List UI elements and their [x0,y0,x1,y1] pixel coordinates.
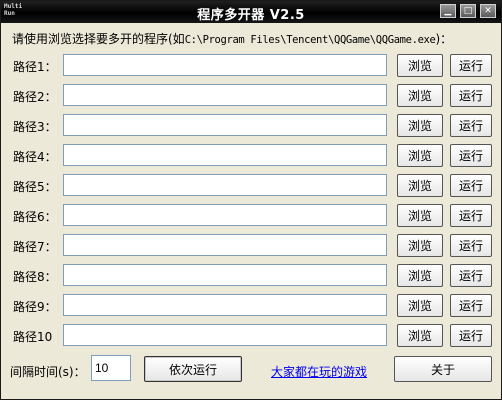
title-bar[interactable]: Multi Run 程序多开器 V2.5 ▁ □ ✕ [1,1,501,23]
path-input[interactable] [63,294,387,316]
window-controls: ▁ □ ✕ [440,4,496,18]
minimize-button[interactable]: ▁ [440,4,456,18]
path-label: 路径5： [13,180,57,194]
path-row-7: 路径7： 浏览 运行 [1,234,501,258]
path-input[interactable] [63,204,387,226]
path-row-2: 路径2： 浏览 运行 [1,84,501,108]
path-row-1: 路径1： 浏览 运行 [1,54,501,78]
close-button[interactable]: ✕ [480,4,496,18]
browse-button[interactable]: 浏览 [397,84,443,107]
browse-button[interactable]: 浏览 [397,324,443,347]
browse-button[interactable]: 浏览 [397,264,443,287]
instruction-text: 请使用浏览选择要多开的程序(如C:\Program Files\Tencent\… [12,30,452,47]
sequential-run-button[interactable]: 依次运行 [144,356,242,382]
path-label: 路径4： [13,150,57,164]
path-input[interactable] [63,324,387,346]
browse-button[interactable]: 浏览 [397,114,443,137]
path-row-5: 路径5： 浏览 运行 [1,174,501,198]
path-input[interactable] [63,84,387,106]
interval-input[interactable] [91,355,131,381]
instruction-example-path: C:\Program Files\Tencent\QQGame\QQGame.e… [184,34,436,46]
run-button[interactable]: 运行 [450,264,492,287]
path-label: 路径3： [13,120,57,134]
window-title: 程序多开器 V2.5 [197,8,305,23]
run-button[interactable]: 运行 [450,174,492,197]
path-label: 路径10 [13,330,53,344]
browse-button[interactable]: 浏览 [397,144,443,167]
browse-button[interactable]: 浏览 [397,294,443,317]
path-label: 路径9： [13,300,57,314]
path-label: 路径1： [13,60,57,74]
browse-button[interactable]: 浏览 [397,54,443,77]
browse-button[interactable]: 浏览 [397,174,443,197]
path-input[interactable] [63,144,387,166]
path-input[interactable] [63,54,387,76]
path-input[interactable] [63,174,387,196]
instruction-prefix: 请使用浏览选择要多开的程序(如 [12,32,185,46]
app-window: Multi Run 程序多开器 V2.5 ▁ □ ✕ 请使用浏览选择要多开的程序… [0,0,502,400]
path-label: 路径7： [13,240,57,254]
path-input[interactable] [63,234,387,256]
run-button[interactable]: 运行 [450,234,492,257]
run-button[interactable]: 运行 [450,84,492,107]
browse-button[interactable]: 浏览 [397,204,443,227]
path-row-10: 路径10 浏览 运行 [1,324,501,348]
path-row-9: 路径9： 浏览 运行 [1,294,501,318]
path-row-8: 路径8： 浏览 运行 [1,264,501,288]
browse-button[interactable]: 浏览 [397,234,443,257]
path-label: 路径8： [13,270,57,284]
run-button[interactable]: 运行 [450,144,492,167]
run-button[interactable]: 运行 [450,324,492,347]
run-button[interactable]: 运行 [450,204,492,227]
maximize-button[interactable]: □ [460,4,476,18]
path-input[interactable] [63,264,387,286]
path-row-4: 路径4： 浏览 运行 [1,144,501,168]
path-row-6: 路径6： 浏览 运行 [1,204,501,228]
path-label: 路径6： [13,210,57,224]
instruction-suffix: )： [435,32,453,46]
about-button[interactable]: 关于 [394,356,492,382]
interval-label: 间隔时间(s)： [10,365,86,379]
run-button[interactable]: 运行 [450,54,492,77]
run-button[interactable]: 运行 [450,294,492,317]
run-button[interactable]: 运行 [450,114,492,137]
path-label: 路径2： [13,90,57,104]
path-row-3: 路径3： 浏览 运行 [1,114,501,138]
popular-games-link[interactable]: 大家都在玩的游戏 [271,363,367,380]
path-input[interactable] [63,114,387,136]
